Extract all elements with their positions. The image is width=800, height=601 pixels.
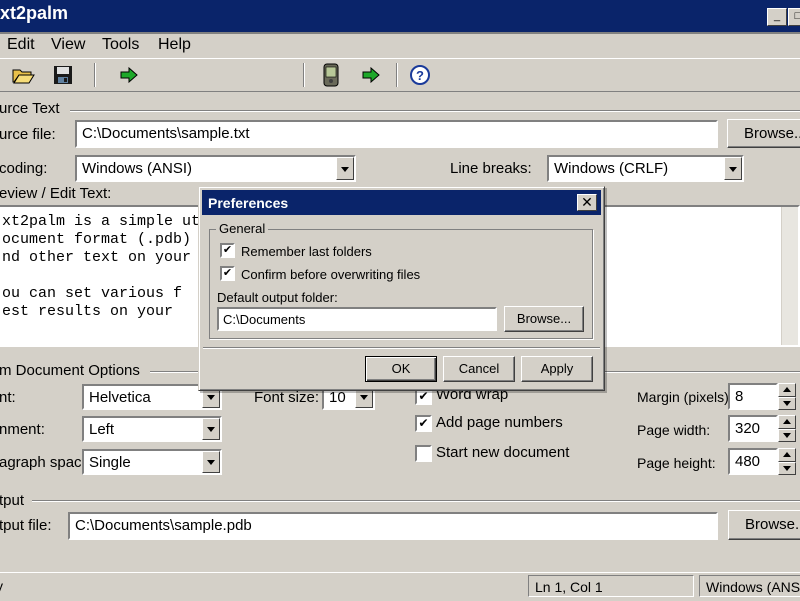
source-file-label: urce file: — [0, 126, 56, 143]
encoding-select[interactable]: Windows (ANSI) — [75, 155, 356, 182]
alignment-select[interactable]: Left — [82, 416, 222, 442]
linebreaks-label: Line breaks: — [450, 160, 532, 177]
source-file-input[interactable]: C:\Documents\sample.txt — [75, 120, 718, 148]
margin-input[interactable]: 8 — [728, 383, 778, 410]
spin-up-icon[interactable] — [778, 383, 796, 397]
page-numbers-checkbox[interactable]: ✔ — [415, 415, 432, 432]
spacing-value: Single — [89, 454, 131, 471]
dialog-separator — [203, 347, 600, 349]
font-size-value: 10 — [329, 389, 346, 406]
output-file-input[interactable]: C:\Documents\sample.pdb — [68, 512, 718, 540]
new-document-label: Start new document — [436, 444, 570, 461]
linebreaks-select[interactable]: Windows (CRLF) — [547, 155, 744, 182]
page-width-spinner[interactable] — [778, 415, 796, 442]
dialog-title-bar: Preferences ✕ — [202, 190, 601, 215]
source-group-line — [70, 110, 800, 112]
menu-view[interactable]: View — [51, 36, 85, 54]
spin-up-icon[interactable] — [778, 448, 796, 462]
confirm-overwrite-label: Confirm before overwriting files — [241, 267, 421, 282]
new-document-checkbox[interactable] — [415, 445, 432, 462]
menu-bar: Edit View Tools Help — [0, 32, 800, 56]
send-arrow-icon[interactable] — [358, 63, 384, 87]
output-folder-input[interactable]: C:\Documents — [217, 307, 497, 331]
page-width-input[interactable]: 320 — [728, 415, 778, 442]
remember-folders-checkbox[interactable]: ✔ — [220, 243, 235, 258]
page-height-label: Page height: — [637, 455, 716, 471]
spin-up-icon[interactable] — [778, 415, 796, 429]
cancel-button[interactable]: Cancel — [443, 356, 515, 382]
vertical-scrollbar[interactable] — [781, 207, 798, 345]
output-group-title: tput — [0, 492, 25, 509]
remember-folders-label: Remember last folders — [241, 244, 372, 259]
source-group-title: urce Text — [0, 100, 60, 117]
ok-button[interactable]: OK — [365, 356, 437, 382]
apply-button[interactable]: Apply — [521, 356, 593, 382]
palm-device-icon[interactable] — [318, 63, 344, 87]
preview-text: xt2palm is a simple ut ocument format (.… — [2, 213, 201, 320]
confirm-overwrite-checkbox[interactable]: ✔ — [220, 266, 235, 281]
output-browse-button[interactable]: Browse... — [728, 510, 800, 540]
encoding-label: coding: — [0, 160, 48, 177]
status-text: y — [0, 575, 526, 597]
linebreaks-value: Windows (CRLF) — [554, 160, 669, 177]
source-browse-button[interactable]: Browse... — [727, 119, 800, 148]
page-width-label: Page width: — [637, 422, 711, 438]
output-file-label: tput file: — [0, 517, 52, 534]
preview-label: eview / Edit Text: — [0, 185, 112, 202]
svg-text:?: ? — [416, 68, 424, 83]
font-label: nt: — [0, 389, 16, 406]
margin-spinner[interactable] — [778, 383, 796, 410]
toolbar-separator — [303, 63, 305, 87]
minimize-button[interactable]: _ — [767, 8, 787, 26]
status-encoding: Windows (ANSI) — [699, 575, 800, 597]
menu-help[interactable]: Help — [158, 36, 191, 54]
encoding-value: Windows (ANSI) — [82, 160, 193, 177]
page-numbers-label: Add page numbers — [436, 414, 563, 431]
toolbar-separator — [94, 63, 96, 87]
chevron-down-icon[interactable] — [336, 157, 354, 180]
page-height-spinner[interactable] — [778, 448, 796, 475]
dialog-title: Preferences — [208, 195, 289, 211]
dialog-browse-button[interactable]: Browse... — [504, 306, 584, 332]
status-bar: y Ln 1, Col 1 Windows (ANSI) — [0, 572, 800, 601]
options-group-title: m Document Options — [0, 362, 140, 379]
chevron-down-icon[interactable] — [202, 451, 220, 473]
spin-down-icon[interactable] — [778, 428, 796, 442]
chevron-down-icon[interactable] — [724, 157, 742, 180]
window-title: xt2palm — [0, 3, 69, 23]
chevron-down-icon[interactable] — [202, 418, 220, 440]
output-group-line — [32, 500, 800, 502]
alignment-label: nment: — [0, 421, 45, 438]
spin-down-icon[interactable] — [778, 461, 796, 475]
font-value: Helvetica — [89, 389, 151, 406]
toolbar-separator — [396, 63, 398, 87]
alignment-value: Left — [89, 421, 115, 438]
output-folder-label: Default output folder: — [217, 290, 338, 305]
spin-down-icon[interactable] — [778, 396, 796, 410]
save-icon[interactable] — [50, 63, 76, 87]
toolbar: ? — [0, 58, 800, 92]
general-group-title: General — [216, 221, 269, 236]
title-bar: xt2palm _ □ — [0, 0, 800, 34]
open-folder-icon[interactable] — [10, 63, 36, 87]
menu-edit[interactable]: Edit — [7, 36, 35, 54]
spacing-select[interactable]: Single — [82, 449, 222, 475]
page-height-input[interactable]: 480 — [728, 448, 778, 475]
help-icon[interactable]: ? — [407, 63, 433, 87]
status-position: Ln 1, Col 1 — [528, 575, 694, 597]
preferences-dialog: Preferences ✕ General ✔ Remember last fo… — [198, 186, 605, 391]
font-size-label: Font size: — [254, 389, 320, 406]
menu-tools[interactable]: Tools — [102, 36, 139, 54]
margin-label: Margin (pixels): — [637, 389, 733, 405]
close-icon[interactable]: ✕ — [577, 194, 597, 211]
maximize-button[interactable]: □ — [788, 8, 800, 26]
convert-arrow-icon[interactable] — [116, 63, 142, 87]
